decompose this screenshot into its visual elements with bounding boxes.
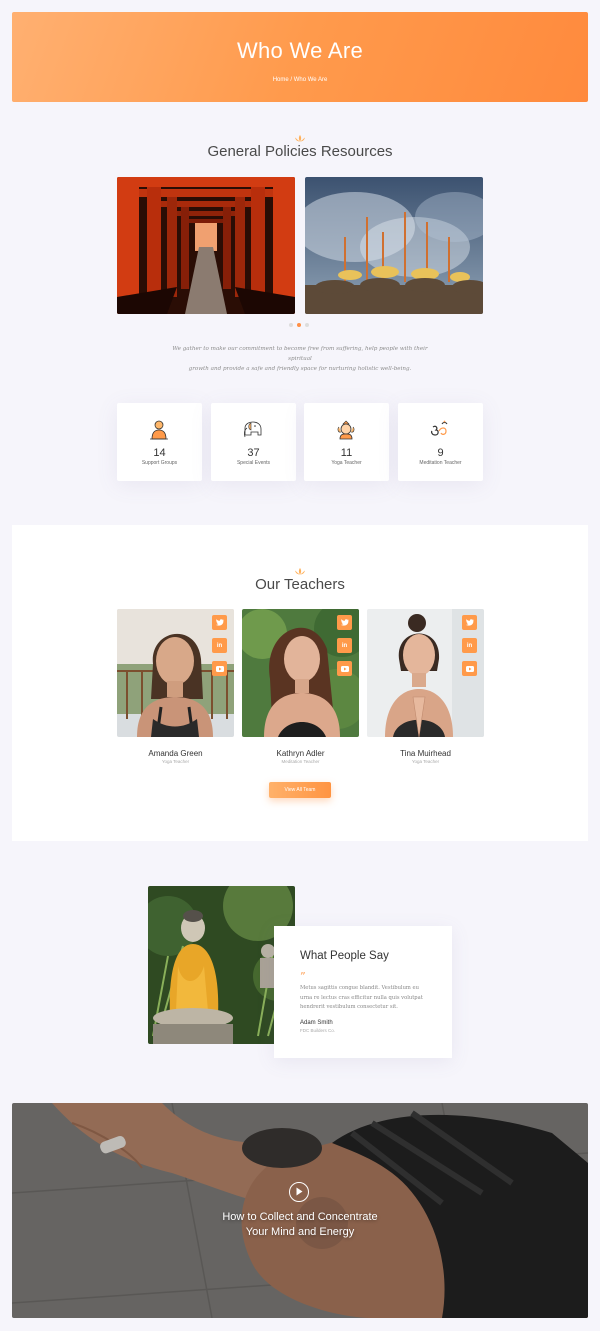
testimonial-company: FDC Builders Co. <box>300 1028 336 1033</box>
stat-card-special-events: 37 Special Events <box>211 403 296 481</box>
page-title: Who We Are <box>236 38 364 63</box>
play-button-icon[interactable] <box>289 1182 309 1202</box>
teacher-photo-kathryn[interactable]: in <box>242 609 359 737</box>
elephant-icon <box>244 421 262 438</box>
view-all-team-button[interactable]: View All Team <box>269 782 331 798</box>
intro-line: growth and provide a safe and friendly s… <box>188 366 412 372</box>
youtube-icon[interactable] <box>337 661 352 676</box>
video-title: How to Collect and Concentrate Your Mind… <box>12 1210 588 1240</box>
buddha-statue-image <box>148 886 295 1044</box>
teacher-photo-amanda[interactable]: in <box>117 609 234 737</box>
testimonial-author: Adam Smith <box>300 1020 333 1026</box>
linkedin-icon[interactable]: in <box>462 638 477 653</box>
torii-gates-image <box>117 177 295 314</box>
page-hero-banner: Who We Are Home / Who We Are <box>12 12 588 102</box>
breadcrumb[interactable]: Home / Who We Are <box>12 77 588 83</box>
slider-dot-active[interactable] <box>297 323 301 327</box>
stat-label: Special Events <box>236 460 271 466</box>
quote-line: urna re lectus cras efficitur nulla quis… <box>300 994 423 1001</box>
video-title-line: Your Mind and Energy <box>245 1226 355 1238</box>
twitter-icon[interactable] <box>462 615 477 630</box>
testimonial-quote: Metus sagittis congue blandit. Vestibulu… <box>300 984 430 1013</box>
stat-label: Support Groups <box>141 460 178 466</box>
intro-line: We gather to make our commitment to beco… <box>172 346 428 362</box>
testimonial-card: What People Say ” Metus sagittis congue … <box>274 926 452 1058</box>
linkedin-icon[interactable]: in <box>212 638 227 653</box>
om-symbol-icon <box>431 420 448 436</box>
teacher-role: Meditation Teacher <box>281 759 320 764</box>
stat-value: 14 <box>153 447 166 459</box>
section-title-teachers: Our Teachers <box>255 576 345 593</box>
video-title-line: How to Collect and Concentrate <box>222 1211 378 1223</box>
stat-label: Meditation Teacher <box>419 460 462 466</box>
testimonial-title: What People Say <box>300 950 389 962</box>
stat-card-meditation-teacher: 9 Meditation Teacher <box>398 403 483 481</box>
section-title-resources: General Policies Resources <box>207 143 393 160</box>
twitter-icon[interactable] <box>212 615 227 630</box>
stat-card-yoga-teacher: 11 Yoga Teacher <box>304 403 389 481</box>
slider-dot[interactable] <box>305 323 309 327</box>
resources-intro-text: We gather to make our commitment to beco… <box>170 344 430 374</box>
slider-dot[interactable] <box>289 323 293 327</box>
quote-line: hendrerit vestibulum consectetur sit. <box>300 1004 398 1010</box>
teacher-name[interactable]: Kathryn Adler <box>242 749 359 758</box>
linkedin-icon[interactable]: in <box>337 638 352 653</box>
quote-line: Metus sagittis congue blandit. Vestibulu… <box>300 985 419 991</box>
meditating-monk-icon <box>150 420 168 440</box>
youtube-icon[interactable] <box>212 661 227 676</box>
stat-card-support-groups: 14 Support Groups <box>117 403 202 481</box>
ganesha-icon <box>337 420 355 440</box>
stat-label: Yoga Teacher <box>331 460 362 466</box>
stat-value: 37 <box>247 447 260 459</box>
youtube-icon[interactable] <box>462 661 477 676</box>
lotus-icon <box>295 135 305 142</box>
lotus-icon <box>295 568 305 575</box>
quote-icon: ” <box>300 970 306 983</box>
teacher-name[interactable]: Amanda Green <box>117 749 234 758</box>
stat-value: 11 <box>340 447 353 459</box>
twitter-icon[interactable] <box>337 615 352 630</box>
incense-temple-image <box>305 177 483 314</box>
stat-value: 9 <box>437 447 444 459</box>
teacher-role: Yoga Teacher <box>161 759 190 764</box>
video-banner[interactable]: How to Collect and Concentrate Your Mind… <box>12 1103 588 1318</box>
teacher-role: Yoga Teacher <box>411 759 440 764</box>
slider-pagination <box>289 323 309 327</box>
teacher-photo-tina[interactable]: in <box>367 609 484 737</box>
teacher-name[interactable]: Tina Muirhead <box>367 749 484 758</box>
